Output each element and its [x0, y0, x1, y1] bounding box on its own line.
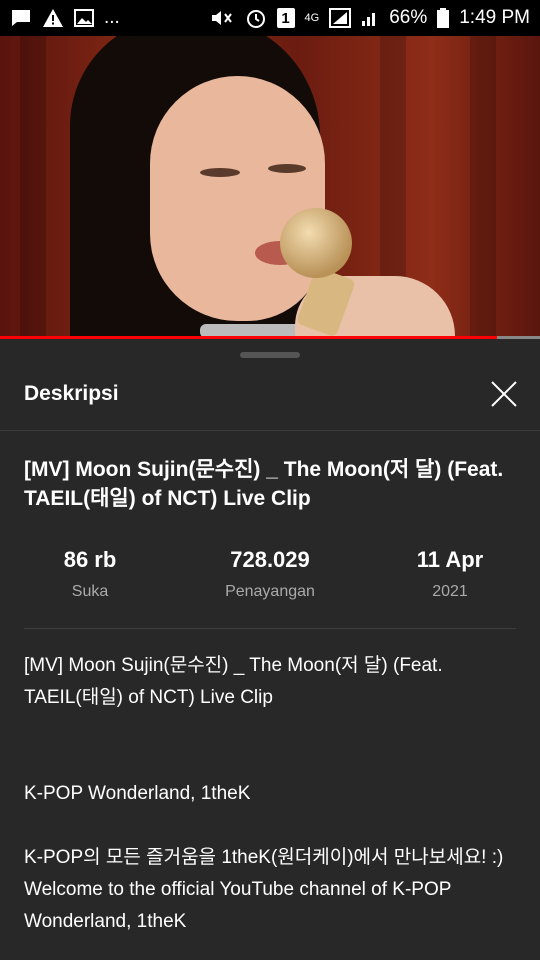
views-label: Penayangan [225, 583, 315, 600]
date-stat: 11 Apr 2021 [360, 547, 540, 601]
sim-slot-number: 1 [281, 9, 290, 27]
views-count: 728.029 [230, 547, 310, 572]
description-line: [MV] Moon Sujin(문수진) _ The Moon(저 달) (Fe… [24, 655, 443, 708]
likes-stat: 86 rb Suka [0, 547, 180, 601]
message-icon [10, 8, 32, 28]
video-stats: 86 rb Suka 728.029 Penayangan 11 Apr 202… [0, 547, 540, 601]
video-progress-bar[interactable] [0, 336, 540, 339]
warning-icon [42, 8, 64, 28]
battery-icon [437, 8, 450, 28]
clock: 1:49 PM [459, 7, 530, 28]
network-4g-icon: 4G [304, 12, 320, 24]
video-frame-eye [268, 164, 306, 173]
description-text: [MV] Moon Sujin(문수진) _ The Moon(저 달) (Fe… [24, 650, 520, 938]
curtain-fold [20, 36, 46, 339]
status-left: ... [10, 7, 120, 29]
status-bar: ... 1 4G 66% 1:49 PM [0, 0, 540, 36]
drag-handle[interactable] [240, 352, 300, 358]
curtain-fold [470, 36, 496, 339]
publish-date: 11 Apr [416, 547, 484, 572]
signal-bars-icon [361, 9, 379, 27]
alarm-icon [245, 7, 267, 29]
video-frame-face [150, 76, 325, 321]
views-stat: 728.029 Penayangan [180, 547, 360, 601]
stats-divider [24, 628, 516, 629]
description-panel: Deskripsi [MV] Moon Sujin(문수진) _ The Moo… [0, 340, 540, 960]
network-label: 4G [304, 12, 320, 24]
close-icon [491, 381, 517, 407]
status-right: 1 4G 66% 1:49 PM [209, 7, 530, 29]
video-progress-fill [0, 336, 497, 339]
video-title: [MV] Moon Sujin(문수진) _ The Moon(저 달) (Fe… [24, 458, 504, 510]
image-icon [74, 9, 94, 27]
video-frame-microphone [280, 208, 352, 278]
publish-year: 2021 [432, 583, 468, 600]
close-button[interactable] [488, 378, 520, 410]
description-line: K-POP의 모든 즐거움을 1theK(원더케이)에서 만나보세요! :) [24, 847, 504, 868]
description-line: Welcome to the official YouTube channel … [24, 879, 452, 932]
sim-icon: 1 [276, 8, 295, 28]
panel-title: Deskripsi [24, 382, 119, 405]
mute-icon [209, 8, 235, 28]
header-divider [0, 430, 540, 431]
more-notifications: ... [104, 7, 120, 28]
video-frame-eye [200, 168, 240, 177]
description-line: K-POP Wonderland, 1theK [24, 783, 251, 804]
battery-percent: 66% [389, 7, 428, 28]
video-player[interactable] [0, 36, 540, 339]
likes-label: Suka [71, 583, 109, 600]
signal-box-icon [329, 8, 352, 28]
likes-count: 86 rb [63, 547, 117, 572]
